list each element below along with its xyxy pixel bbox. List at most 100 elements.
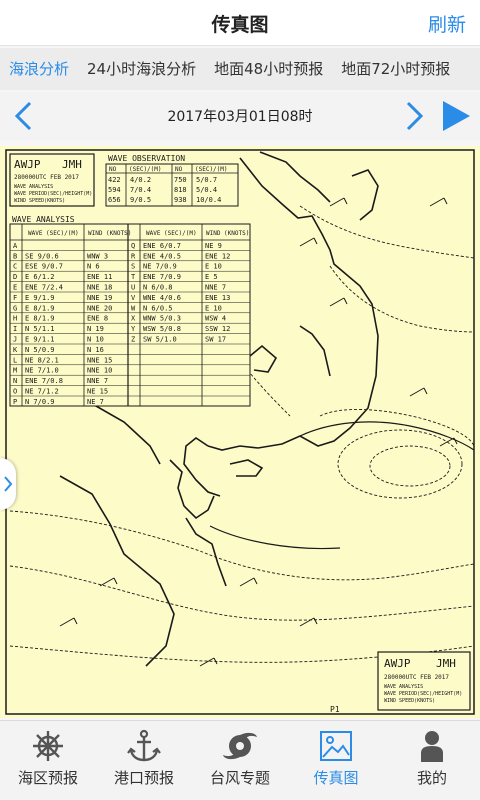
tab-surface-48h-forecast[interactable]: 地面48小时预报 xyxy=(205,48,332,90)
nav-typhoon-topics[interactable]: 台风专题 xyxy=(192,721,288,800)
analysis-cell: F xyxy=(13,294,17,302)
analysis-cell: NE 9 xyxy=(205,242,222,250)
analysis-cell: SW 5/1.0 xyxy=(143,336,177,344)
observation-header: (SEC)/(M) xyxy=(195,166,228,173)
isolines-solid xyxy=(209,421,475,550)
ship-wheel-icon xyxy=(33,731,63,761)
analysis-cell: SW 17 xyxy=(205,336,226,344)
wave-analysis-table: WAVE ANALYSIS WAVE (SEC)/(M) WIND (KNOTS… xyxy=(9,215,251,407)
analysis-cell: E 6/1.2 xyxy=(25,273,55,281)
observation-cell: 422 xyxy=(108,176,121,184)
nav-sea-area-forecast[interactable]: 海区预报 xyxy=(0,721,96,800)
chart-header-box: AWJP JMH 280000UTC FEB 2017 WAVE ANALYSI… xyxy=(9,153,95,207)
analysis-cell: NE 8/2.1 xyxy=(25,356,59,364)
analysis-cell: SE 9/0.6 xyxy=(25,252,59,260)
nav-fax-chart[interactable]: 传真图 xyxy=(288,721,384,800)
analysis-cell: NE 15 xyxy=(87,388,108,396)
observation-cell: 5/0.4 xyxy=(196,186,217,194)
analysis-cell: E 9/1.1 xyxy=(25,336,55,344)
typhoon-icon xyxy=(223,732,257,760)
analysis-cell: D xyxy=(13,273,17,281)
analysis-cell: NNE 10 xyxy=(87,367,112,375)
nav-label: 海区预报 xyxy=(17,769,78,787)
analysis-cell: E 8/1.9 xyxy=(25,315,55,323)
person-icon xyxy=(421,731,443,762)
analysis-cell: E 10 xyxy=(205,304,222,312)
chevron-right-icon xyxy=(406,101,424,131)
analysis-cell: N 10 xyxy=(87,336,104,344)
analysis-cell: ENE 7/2.4 xyxy=(25,284,63,292)
nav-label: 我的 xyxy=(416,769,447,787)
analysis-cell: E 9/1.9 xyxy=(25,294,55,302)
anchor-icon xyxy=(127,729,161,762)
analysis-cell: ENE 13 xyxy=(205,294,230,302)
analysis-cell: I xyxy=(13,325,17,333)
analysis-cell: N 5/0.9 xyxy=(25,346,55,354)
analysis-cell: NE 7/1.0 xyxy=(25,367,59,375)
analysis-cell: ENE 4/0.5 xyxy=(143,252,181,260)
footer-valid-time: 280000UTC FEB 2017 xyxy=(384,674,449,681)
footer-subtitle: WIND SPEED(KNOTS) xyxy=(384,698,435,704)
analysis-cell: ENE 11 xyxy=(87,273,112,281)
footer-chart-agency: JMH xyxy=(436,657,456,670)
image-icon xyxy=(320,731,352,761)
observation-cell: 10/0.4 xyxy=(196,196,221,204)
observation-cell: 594 xyxy=(108,186,121,194)
observation-cell: 4/0.2 xyxy=(130,176,151,184)
refresh-button[interactable]: 刷新 xyxy=(428,10,466,37)
nav-port-forecast[interactable]: 港口预报 xyxy=(96,721,192,800)
analysis-cell: M xyxy=(13,367,17,375)
analysis-header: WIND (KNOTS) xyxy=(206,230,249,237)
analysis-title: WAVE ANALYSIS xyxy=(12,215,75,224)
observation-cell: 938 xyxy=(174,196,187,204)
page-title: 传真图 xyxy=(211,14,269,36)
analysis-cell: ENE 7/0.9 xyxy=(143,273,181,281)
analysis-cell: WNW 5/0.3 xyxy=(143,315,181,323)
tab-24h-wave-analysis[interactable]: 24小时海浪分析 xyxy=(78,48,205,90)
analysis-cell: N 19 xyxy=(87,325,104,333)
analysis-cell: G xyxy=(13,304,17,312)
observation-header: NO xyxy=(175,166,183,173)
wave-analysis-map: AWJP JMH 280000UTC FEB 2017 WAVE ANALYSI… xyxy=(5,149,475,715)
play-button[interactable] xyxy=(440,99,472,133)
analysis-cell: N 6/0.5 xyxy=(143,304,173,312)
analysis-cell: WSW 5/0.8 xyxy=(143,325,181,333)
next-button[interactable] xyxy=(398,100,428,132)
analysis-cell: ESE 9/0.7 xyxy=(25,263,63,271)
analysis-cell: J xyxy=(13,336,17,344)
analysis-cell: NNE 15 xyxy=(87,356,112,364)
analysis-cell: N 16 xyxy=(87,346,104,354)
observation-cell: 7/0.4 xyxy=(130,186,151,194)
analysis-cell: NNE 7 xyxy=(87,377,108,385)
analysis-cell: E 5 xyxy=(205,273,218,281)
analysis-cell: E 8/1.9 xyxy=(25,304,55,312)
observation-cell: 9/0.5 xyxy=(130,196,151,204)
chart-subtitle: WIND SPEED(KNOTS) xyxy=(14,198,65,204)
observation-cell: 5/0.7 xyxy=(196,176,217,184)
analysis-cell: E xyxy=(13,284,17,292)
tab-surface-72h-forecast[interactable]: 地面72小时预报 xyxy=(332,48,459,90)
analysis-cell: NNE 18 xyxy=(87,284,112,292)
nav-profile[interactable]: 我的 xyxy=(384,721,480,800)
chart-subtitle: WAVE PERIOD(SEC)/HEIGHT(M) xyxy=(14,191,92,197)
fax-chart[interactable]: AWJP JMH 280000UTC FEB 2017 WAVE ANALYSI… xyxy=(0,146,480,718)
observation-cell: 656 xyxy=(108,196,121,204)
analysis-cell: N xyxy=(13,377,17,385)
footer-subtitle: WAVE ANALYSIS xyxy=(384,684,423,690)
nav-label: 台风专题 xyxy=(209,769,270,787)
analysis-cell: B xyxy=(13,252,17,260)
analysis-cell: N 5/1.1 xyxy=(25,325,55,333)
app-header: 传真图 刷新 xyxy=(0,0,480,46)
chart-subtitle: WAVE ANALYSIS xyxy=(14,184,53,190)
analysis-cell: N 6 xyxy=(87,263,100,271)
tab-wave-analysis[interactable]: 海浪分析 xyxy=(0,48,78,90)
analysis-cell: P xyxy=(13,398,17,406)
analysis-cell: E 10 xyxy=(205,263,222,271)
analysis-cell: NE 7/0.9 xyxy=(143,263,177,271)
observation-header: (SEC)/(M) xyxy=(129,166,162,173)
side-drawer-handle[interactable] xyxy=(0,458,16,510)
nav-label: 港口预报 xyxy=(113,769,174,787)
analysis-cell: H xyxy=(13,315,17,323)
analysis-cell: NNE 20 xyxy=(87,304,112,312)
date-navigator: 2017年03月01日08时 xyxy=(0,92,480,140)
